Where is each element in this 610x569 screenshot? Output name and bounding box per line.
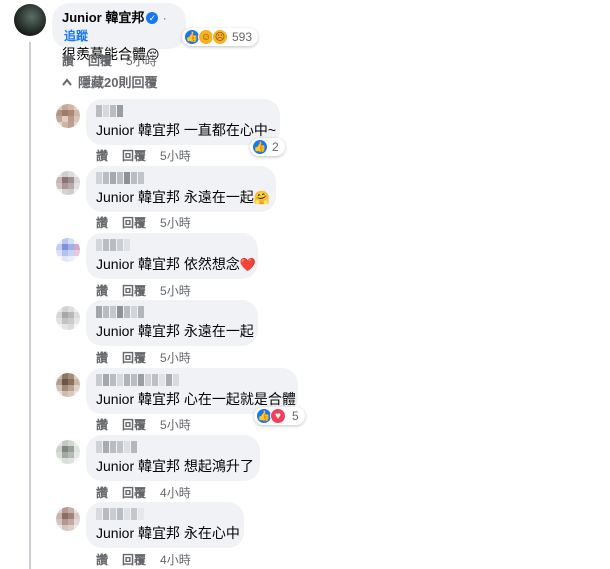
- reply-bubble: Junior 韓宜邦 依然想念❤️: [86, 233, 258, 279]
- heart-emoji-icon: ❤️: [239, 257, 257, 272]
- reply-bubble: Junior 韓宜邦 永在心中: [86, 502, 244, 548]
- reply-button[interactable]: 回覆: [88, 52, 112, 69]
- reply-bubble: Junior 韓宜邦 一直都在心中~: [86, 99, 280, 145]
- reply-text: Junior 韓宜邦 依然想念: [96, 256, 240, 272]
- verified-badge-icon: ✓: [146, 12, 159, 24]
- reaction-count: 593: [232, 30, 253, 44]
- blurred-username: [96, 172, 264, 184]
- like-reaction-icon: 👍: [252, 139, 268, 155]
- timestamp[interactable]: 5小時: [160, 349, 191, 366]
- timestamp[interactable]: 5小時: [160, 416, 191, 433]
- reply-actions: 讚 回覆 5小時: [96, 282, 191, 299]
- avatar[interactable]: [56, 373, 80, 397]
- timestamp[interactable]: 5小時: [160, 214, 191, 231]
- chevron-up-icon: [62, 77, 72, 86]
- hide-replies-label: 隱藏20則回覆: [78, 75, 158, 90]
- comment-bubble: Junior 韓宜邦 ✓ · 追蹤 很羨慕能合體😔: [52, 3, 186, 62]
- reply-button[interactable]: 回覆: [122, 551, 146, 568]
- like-button[interactable]: 讚: [96, 551, 108, 568]
- reply-text: Junior 韓宜邦 想起鴻升了: [96, 458, 254, 474]
- avatar[interactable]: [56, 104, 80, 128]
- like-button[interactable]: 讚: [96, 214, 108, 231]
- blurred-username: [96, 441, 248, 453]
- avatar[interactable]: [56, 171, 80, 195]
- like-button[interactable]: 讚: [62, 52, 74, 69]
- love-reaction-icon: ♥: [270, 408, 286, 424]
- reply-actions: 讚 回覆 5小時: [96, 147, 191, 164]
- reply-button[interactable]: 回覆: [122, 416, 146, 433]
- hide-replies-toggle[interactable]: 隱藏20則回覆: [62, 72, 157, 91]
- reply-actions: 讚 回覆 5小時: [96, 214, 191, 231]
- like-button[interactable]: 讚: [96, 484, 108, 501]
- avatar[interactable]: [56, 507, 80, 531]
- blurred-username: [96, 239, 246, 251]
- reaction-summary[interactable]: 👍 ♥ 5: [254, 407, 305, 425]
- reply-button[interactable]: 回覆: [122, 349, 146, 366]
- reply-text: Junior 韓宜邦 永在心中: [96, 525, 240, 541]
- like-button[interactable]: 讚: [96, 147, 108, 164]
- blurred-username: [96, 105, 268, 117]
- like-button[interactable]: 讚: [96, 282, 108, 299]
- blurred-username: [96, 306, 246, 318]
- reaction-count: 2: [272, 140, 279, 154]
- avatar[interactable]: [56, 440, 80, 464]
- reply-text: Junior 韓宜邦 永遠在一起: [96, 189, 254, 205]
- reply-button[interactable]: 回覆: [122, 214, 146, 231]
- separator-dot: ·: [162, 11, 167, 25]
- timestamp[interactable]: 5小時: [160, 282, 191, 299]
- reaction-count: 5: [292, 409, 299, 423]
- reply-actions: 讚 回覆 5小時: [96, 416, 191, 433]
- follow-button[interactable]: 追蹤: [64, 29, 88, 43]
- reply-button[interactable]: 回覆: [122, 147, 146, 164]
- thread-line: [29, 42, 31, 72]
- avatar[interactable]: [14, 4, 46, 36]
- like-button[interactable]: 讚: [96, 349, 108, 366]
- timestamp[interactable]: 4小時: [160, 551, 191, 568]
- reply-actions: 讚 回覆 5小時: [96, 349, 191, 366]
- blurred-username: [96, 508, 232, 520]
- hug-emoji-icon: 🤗: [253, 190, 271, 205]
- reply-button[interactable]: 回覆: [122, 282, 146, 299]
- sad-reaction-icon: ☹: [212, 29, 228, 45]
- reply-bubble: Junior 韓宜邦 永遠在一起: [86, 300, 258, 346]
- reaction-summary[interactable]: 👍 2: [250, 138, 285, 156]
- comment-actions: 讚 回覆 5小時: [62, 52, 157, 69]
- reaction-summary[interactable]: 👍 ☺ ☹ 593: [182, 28, 259, 46]
- thread-line: [29, 72, 31, 569]
- comment-author[interactable]: Junior 韓宜邦: [62, 10, 144, 25]
- reply-text: Junior 韓宜邦 永遠在一起: [96, 323, 254, 339]
- reply-bubble: Junior 韓宜邦 永遠在一起🤗: [86, 166, 276, 212]
- avatar[interactable]: [56, 306, 80, 330]
- timestamp[interactable]: 5小時: [126, 52, 157, 69]
- reply-text: Junior 韓宜邦 心在一起就是合體: [96, 391, 296, 407]
- reply-text: Junior 韓宜邦 一直都在心中~: [96, 122, 277, 138]
- like-button[interactable]: 讚: [96, 416, 108, 433]
- reply-bubble: Junior 韓宜邦 想起鴻升了: [86, 435, 260, 481]
- timestamp[interactable]: 5小時: [160, 147, 191, 164]
- reply-button[interactable]: 回覆: [122, 484, 146, 501]
- blurred-username: [96, 374, 286, 386]
- timestamp[interactable]: 4小時: [160, 484, 191, 501]
- reply-actions: 讚 回覆 4小時: [96, 551, 191, 568]
- avatar[interactable]: [56, 238, 80, 262]
- reply-actions: 讚 回覆 4小時: [96, 484, 191, 501]
